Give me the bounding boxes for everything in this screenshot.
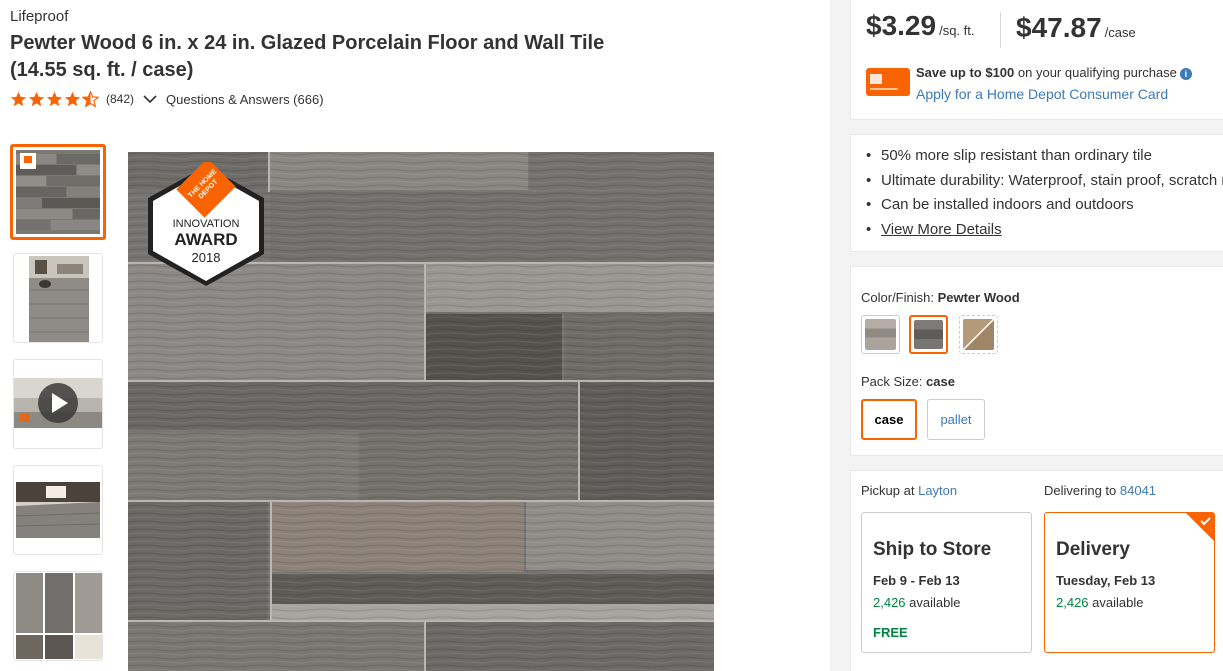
highlight-text: Can be installed indoors and outdoors [881,196,1134,213]
ship-availability: 2,426 available [873,595,960,610]
ship-title: Ship to Store [873,539,992,560]
room-photo-2-thumbnail-image [16,482,100,538]
highlights-list: • 50% more slip resistant than ordinary t… [866,147,1223,245]
checkmark-icon [1186,513,1214,541]
delivery-count: 2,426 [1056,595,1089,610]
delivery-heading: Delivering to 84041 [1044,483,1156,498]
delivery-date: Tuesday, Feb 13 [1056,573,1156,588]
swatch-fill [865,319,896,350]
star-icon [46,91,63,106]
credit-card-graphic [870,74,898,90]
delivery-avail-text: available [1088,595,1144,610]
apply-card-link[interactable]: Apply for a Home Depot Consumer Card [916,86,1168,102]
ship-count: 2,426 [873,595,906,610]
pickup-store-link[interactable]: Layton [918,483,957,498]
thumbnail-room-photo[interactable] [13,253,103,343]
pickup-heading: Pickup at Layton [861,483,957,498]
deliver-zip-link[interactable]: 84041 [1120,483,1156,498]
save-offer-bold: Save up to $100 [916,65,1015,80]
pack-option-pallet[interactable]: pallet [927,399,985,440]
ship-to-store-option[interactable]: Ship to Store Feb 9 - Feb 13 2,426 avail… [861,512,1032,653]
color-label: Color/Finish: [861,290,938,305]
save-offer-rest: on your qualifying purchase [1014,65,1177,80]
color-value: Pewter Wood [937,290,1020,305]
video-thumbnail-image [14,378,102,428]
star-icon [64,91,81,106]
chevron-down-icon[interactable] [142,91,158,107]
questions-answers-link[interactable]: Questions & Answers (666) [166,92,324,107]
product-title-line-2: (14.55 sq. ft. / case) [10,59,194,81]
highlight-item: • Can be installed indoors and outdoors [866,196,1134,213]
rating-stars[interactable] [10,90,99,108]
highlight-item: • View More Details [866,220,1002,238]
color-finish-label: Color/Finish: Pewter Wood [861,290,1020,305]
deliver-label: Delivering to [1044,483,1120,498]
star-half-icon [82,90,99,108]
swatch-light-grey-wood[interactable] [861,315,900,354]
brand-name[interactable]: Lifeproof [10,8,68,25]
price-case-unit: /case [1104,25,1136,40]
pack-size-label: Pack Size: case [861,374,955,389]
pack-value: case [926,374,955,389]
thumbnail-video[interactable] [13,359,103,449]
price-per-sqft: $3.29/sq. ft. [866,10,974,42]
price-per-case: $47.87/case [1016,12,1136,44]
room-photo-thumbnail-image [29,256,89,342]
swatch-fill [963,319,994,350]
pack-option-case[interactable]: case [861,399,917,440]
info-icon[interactable]: i [1179,68,1192,80]
product-title: Pewter Wood 6 in. x 24 in. Glazed Porcel… [10,30,710,84]
ship-date: Feb 9 - Feb 13 [873,573,960,588]
rating-count[interactable]: (842) [106,92,134,106]
star-icon [10,91,27,106]
save-offer: Save up to $100 on your qualifying purch… [916,65,1192,80]
highlight-item: • 50% more slip resistant than ordinary t… [866,147,1152,164]
swatch-sheet-thumbnail-image [16,573,102,660]
thumbnail-tile-photo[interactable] [10,144,106,240]
star-icon [28,91,45,106]
pickup-label: Pickup at [861,483,919,498]
award-line-2: AWARD [174,230,238,249]
pack-label: Pack Size: [861,374,927,389]
award-year: 2018 [191,250,221,265]
delivery-availability: 2,426 available [1056,595,1143,610]
price-separator [1000,12,1001,48]
view-more-details-link[interactable]: View More Details [881,221,1002,238]
card-gap [850,120,1223,134]
card-gap [850,456,1223,470]
delivery-title: Delivery [1056,539,1130,560]
swatch-tan-wood[interactable] [959,315,998,354]
swatch-pewter-wood[interactable] [909,315,948,354]
innovation-award-badge: THE HOME DEPOT INNOVATION AWARD 2018 [142,158,270,290]
thumbnail-room-photo-2[interactable] [13,465,103,555]
price-sqft-unit: /sq. ft. [939,23,975,38]
highlight-text: 50% more slip resistant than ordinary ti… [881,147,1152,164]
thumbnail-swatch-sheet[interactable] [13,571,103,661]
delivery-option[interactable]: Delivery Tuesday, Feb 13 2,426 available [1044,512,1215,653]
product-title-line-1: Pewter Wood 6 in. x 24 in. Glazed Porcel… [10,32,605,54]
award-line-1: INNOVATION [172,218,240,230]
highlight-item: • Ultimate durability: Waterproof, stain … [866,172,1223,197]
tile-photo-thumbnail-image [16,150,100,234]
swatch-fill [914,320,943,349]
column-divider [830,0,850,671]
credit-card-icon [866,68,910,96]
price-case-value: $47.87 [1016,12,1102,43]
ship-free-label: FREE [873,625,908,640]
main-product-image[interactable]: THE HOME DEPOT INNOVATION AWARD 2018 [128,152,714,671]
rating-row: (842) Questions & Answers (666) [10,90,324,108]
card-gap [850,252,1223,266]
price-sqft-value: $3.29 [866,10,937,41]
ship-avail-text: available [905,595,961,610]
highlight-text: Ultimate durability: Waterproof, stain p… [881,171,1223,189]
